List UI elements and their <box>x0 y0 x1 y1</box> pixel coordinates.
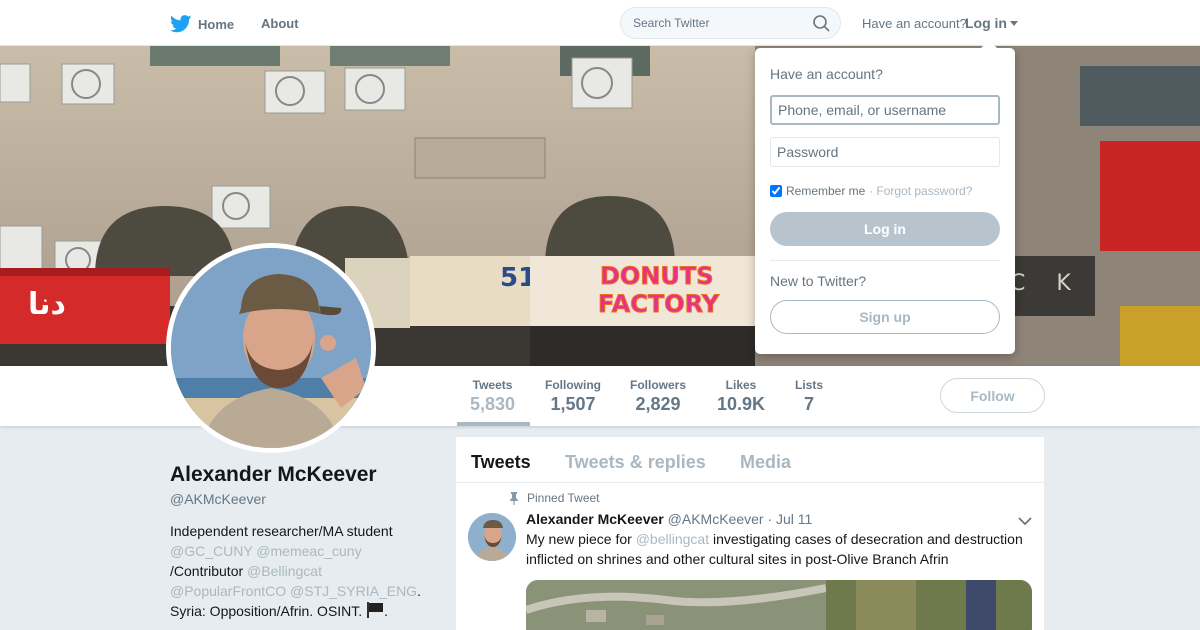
tweet-text-part: My new piece for <box>526 531 632 547</box>
stat-followers[interactable]: Followers 2,829 <box>630 378 686 415</box>
chevron-down-icon[interactable] <box>1018 516 1032 526</box>
bio-text: /Contributor <box>170 563 244 579</box>
active-stat-underline <box>457 422 530 426</box>
profile-bio: Independent researcher/MA student @GC_CU… <box>170 521 440 621</box>
have-account-text: Have an account? <box>862 16 967 31</box>
pin-icon <box>510 491 518 505</box>
remember-me-label[interactable]: Remember me <box>786 184 865 198</box>
tweet-avatar-photo <box>468 513 516 561</box>
profile-avatar[interactable] <box>166 243 376 453</box>
password-field[interactable] <box>770 137 1000 167</box>
tweet-mention-link[interactable]: @bellingcat <box>636 531 709 547</box>
timeline-tabs: Tweets Tweets & replies Media <box>456 437 1044 483</box>
dropdown-title: Have an account? <box>770 66 883 82</box>
stat-tweets[interactable]: Tweets 5,830 <box>470 378 515 415</box>
tweet-date[interactable]: Jul 11 <box>776 511 812 527</box>
stat-label: Tweets <box>472 378 513 392</box>
tweet-text: My new piece for @bellingcat investigati… <box>526 529 1036 569</box>
avatar-photo <box>171 248 371 448</box>
login-dropdown-toggle[interactable]: Log in <box>965 15 1018 31</box>
signup-button[interactable]: Sign up <box>770 300 1000 334</box>
stat-following[interactable]: Following 1,507 <box>545 378 601 415</box>
separator-dot: · <box>869 184 874 198</box>
tab-tweets-replies[interactable]: Tweets & replies <box>565 452 706 473</box>
stat-lists[interactable]: Lists 7 <box>795 378 823 415</box>
profile-name[interactable]: Alexander McKeever <box>170 463 377 487</box>
nav-home-link[interactable]: Home <box>170 12 234 36</box>
nav-home-label: Home <box>198 16 235 32</box>
bio-mention-link[interactable]: @memeac_cuny <box>256 543 361 559</box>
search-icon[interactable] <box>813 15 830 32</box>
tweet-media-image[interactable] <box>526 580 1032 630</box>
banner-sign-ck: C K <box>1010 271 1083 296</box>
stat-label: Lists <box>795 378 824 392</box>
profile-handle[interactable]: @AKMcKeever <box>170 491 266 507</box>
bio-mention-link[interactable]: @PopularFrontCO <box>170 583 286 599</box>
follow-button[interactable]: Follow <box>940 378 1045 413</box>
tweet-avatar[interactable] <box>468 513 516 561</box>
svg-text:دنا: دنا <box>28 287 66 322</box>
remember-me-row: Remember me · Forgot password? <box>770 184 972 198</box>
bio-text: Syria: Opposition/Afrin. OSINT. <box>170 603 363 619</box>
forgot-password-link[interactable]: Forgot password? <box>876 184 972 198</box>
bio-text: Independent researcher/MA student <box>170 523 393 539</box>
nav-about-link[interactable]: About <box>261 16 299 31</box>
stat-value: 7 <box>804 394 815 414</box>
search-input[interactable] <box>633 8 813 38</box>
stat-label: Followers <box>630 378 687 392</box>
tweet-author-name[interactable]: Alexander McKeever <box>526 511 664 527</box>
banner-sign-donuts: DONUTS <box>600 262 714 290</box>
dropdown-divider <box>770 260 1000 261</box>
bio-mention-link[interactable]: @STJ_SYRIA_ENG <box>290 583 417 599</box>
search-box[interactable] <box>620 7 841 39</box>
pinned-text: Pinned Tweet <box>527 491 600 505</box>
login-button[interactable]: Log in <box>770 212 1000 246</box>
stat-label: Following <box>545 378 601 392</box>
new-to-twitter-text: New to Twitter? <box>770 273 867 289</box>
tweet-separator: · <box>767 511 773 527</box>
stat-label: Likes <box>725 378 757 392</box>
caret-down-icon <box>1010 21 1018 26</box>
stat-value: 5,830 <box>470 394 516 414</box>
stat-value: 1,507 <box>550 394 596 414</box>
stat-value: 10.9K <box>717 394 766 414</box>
bio-mention-link[interactable]: @Bellingcat <box>247 563 322 579</box>
banner-sign-factory: FACTORY <box>598 290 720 318</box>
timeline: Tweets Tweets & replies Media Pinned Twe… <box>456 437 1044 630</box>
stat-value: 2,829 <box>635 394 681 414</box>
bio-mention-link[interactable]: @GC_CUNY <box>170 543 252 559</box>
stat-likes[interactable]: Likes 10.9K <box>717 378 765 415</box>
username-field[interactable] <box>770 95 1000 125</box>
top-navigation: Home About Have an account? Log in <box>0 0 1200 46</box>
bio-text: . <box>417 583 421 599</box>
pinned-tweet-label: Pinned Tweet <box>509 491 600 505</box>
tweet-header: Alexander McKeever @AKMcKeever · Jul 11 <box>526 511 812 527</box>
login-label: Log in <box>965 15 1007 31</box>
tweet-media-photo <box>526 580 1032 630</box>
tweet-author-handle[interactable]: @AKMcKeever <box>668 511 764 527</box>
tab-tweets[interactable]: Tweets <box>471 452 531 473</box>
login-dropdown: Have an account? Remember me · Forgot pa… <box>755 40 1015 354</box>
black-flag-icon <box>367 602 384 618</box>
remember-me-checkbox[interactable] <box>770 185 782 197</box>
tab-media[interactable]: Media <box>740 452 791 473</box>
bio-text: . <box>384 603 388 619</box>
twitter-bird-icon <box>170 15 192 33</box>
